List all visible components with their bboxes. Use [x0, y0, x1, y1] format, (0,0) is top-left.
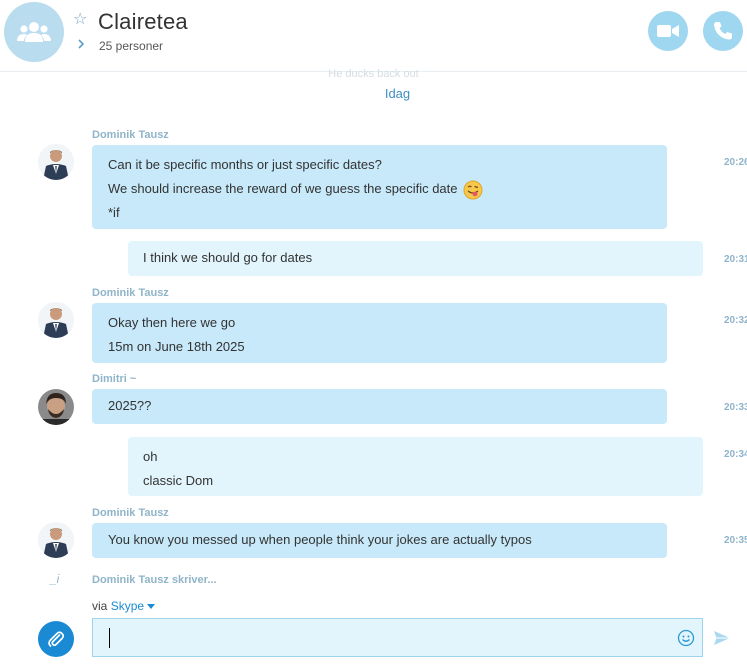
message-text: *if	[108, 205, 120, 220]
message-time: 20:32	[724, 315, 747, 326]
message-bubble[interactable]: Okay then here we go 15m on June 18th 20…	[92, 303, 667, 363]
message-text: I think we should go for dates	[143, 250, 313, 265]
message-sender: Dominik Tausz	[92, 507, 169, 519]
via-service-selector[interactable]: via Skype	[92, 599, 156, 613]
via-prefix: via	[92, 599, 108, 613]
faded-previous-message: He ducks back out	[328, 68, 419, 78]
message-text: Can it be specific months or just specif…	[108, 157, 382, 172]
message-time: 20:33	[724, 402, 747, 413]
message-time: 20:26	[724, 157, 747, 168]
caret-down-icon[interactable]	[147, 604, 156, 610]
person-photo-icon	[38, 302, 74, 338]
date-separator: Idag	[384, 86, 411, 101]
send-icon[interactable]	[713, 630, 731, 646]
avatar[interactable]	[38, 302, 74, 338]
via-service-link[interactable]: Skype	[111, 599, 144, 613]
chevron-right-icon[interactable]	[76, 38, 86, 50]
message-text-line: We should increase the reward of we gues…	[108, 177, 651, 201]
attach-button[interactable]	[38, 621, 74, 657]
message-time: 20:34	[724, 449, 747, 460]
person-photo-icon	[38, 522, 74, 558]
message-sender: Dominik Tausz	[92, 129, 169, 141]
person-photo-icon	[38, 389, 74, 425]
tongue-emoji-icon	[463, 180, 483, 200]
message-sender: Dimitri ~	[92, 373, 137, 385]
message-text: 2025??	[108, 398, 152, 413]
emoji-icon[interactable]	[677, 629, 695, 647]
conversation-header: ☆ Clairetea 25 personer	[0, 0, 747, 72]
message-time: 20:35	[724, 535, 747, 546]
message-text: oh	[143, 449, 158, 464]
video-call-button[interactable]	[648, 11, 688, 51]
own-message-bubble[interactable]: I think we should go for dates	[128, 241, 703, 276]
message-text: We should increase the reward of we gues…	[108, 181, 458, 196]
participant-count[interactable]: 25 personer	[99, 39, 163, 53]
message-bubble[interactable]: 2025??	[92, 389, 667, 424]
message-bubble[interactable]: You know you messed up when people think…	[92, 523, 667, 558]
message-text: Okay then here we go	[108, 315, 236, 330]
message-time: 20:31	[724, 254, 747, 265]
message-text: classic Dom	[143, 473, 214, 488]
avatar[interactable]	[38, 144, 74, 180]
message-text: 15m on June 18th 2025	[108, 339, 245, 354]
paperclip-icon	[48, 631, 65, 647]
group-avatar[interactable]	[4, 2, 64, 62]
group-icon	[17, 22, 51, 42]
typing-indicator: Dominik Tausz skriver...	[92, 574, 217, 586]
avatar[interactable]	[38, 522, 74, 558]
star-icon[interactable]: ☆	[73, 12, 89, 28]
audio-call-button[interactable]	[703, 11, 743, 51]
own-message-bubble[interactable]: oh classic Dom	[128, 437, 703, 496]
avatar[interactable]	[38, 389, 74, 425]
conversation-title: Clairetea	[98, 9, 188, 34]
typing-icon: _i	[50, 572, 60, 586]
message-sender: Dominik Tausz	[92, 287, 169, 299]
message-input[interactable]	[92, 618, 703, 657]
message-bubble[interactable]: Can it be specific months or just specif…	[92, 145, 667, 229]
person-photo-icon	[38, 144, 74, 180]
message-text: You know you messed up when people think…	[108, 532, 532, 547]
phone-icon	[714, 22, 732, 40]
video-camera-icon	[657, 25, 679, 37]
text-cursor	[109, 628, 110, 648]
